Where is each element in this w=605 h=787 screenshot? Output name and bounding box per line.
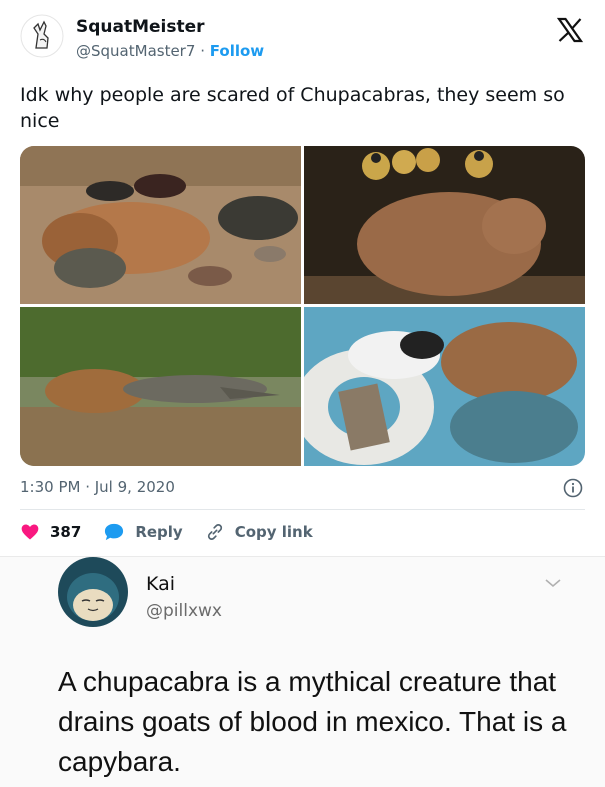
tweet-actions: 387 Reply Copy link bbox=[20, 520, 335, 544]
tweet-media-grid bbox=[20, 146, 585, 466]
reply-text: A chupacabra is a mythical creature that… bbox=[58, 666, 567, 777]
reply-label: Reply bbox=[135, 523, 183, 541]
reply-card: Kai @pillxwx A chupacabra is a mythical … bbox=[0, 556, 605, 787]
divider bbox=[20, 509, 585, 510]
like-count: 387 bbox=[50, 523, 82, 541]
handle-separator: · bbox=[200, 42, 205, 60]
follow-button[interactable]: Follow bbox=[210, 42, 264, 60]
info-icon[interactable] bbox=[563, 478, 583, 498]
reply-author-avatar[interactable] bbox=[58, 557, 128, 627]
tweet-timestamp[interactable]: 1:30 PM · Jul 9, 2020 bbox=[20, 478, 175, 496]
tweet-text: Idk why people are scared of Chupacabras… bbox=[20, 84, 565, 132]
reply-author-handle[interactable]: @pillxwx bbox=[146, 601, 222, 621]
reply-author-name[interactable]: Kai bbox=[146, 573, 175, 595]
link-icon bbox=[207, 524, 222, 540]
author-avatar[interactable] bbox=[20, 14, 64, 58]
author-handle-line: @SquatMaster7 · Follow bbox=[76, 42, 264, 60]
heart-icon bbox=[21, 524, 39, 540]
author-name[interactable]: SquatMeister bbox=[76, 17, 205, 37]
x-logo-icon[interactable] bbox=[556, 16, 584, 44]
reply-bubble-icon bbox=[105, 523, 124, 541]
copy-link-label: Copy link bbox=[234, 523, 313, 541]
author-handle[interactable]: @SquatMaster7 bbox=[76, 42, 195, 60]
capybara-with-caiman-photo[interactable] bbox=[20, 307, 301, 466]
tweet-card: SquatMeister @SquatMaster7 · Follow Idk … bbox=[0, 0, 605, 556]
reply-button[interactable]: Reply bbox=[103, 522, 183, 542]
capybara-with-rat-in-pool-photo[interactable] bbox=[304, 307, 585, 466]
chevron-down-icon[interactable] bbox=[543, 575, 563, 589]
capybara-with-ducks-and-turtles-photo[interactable] bbox=[20, 146, 301, 304]
copy-link-button[interactable]: Copy link bbox=[205, 522, 313, 542]
like-button[interactable]: 387 bbox=[20, 522, 81, 542]
capybara-with-monkeys-photo[interactable] bbox=[304, 146, 585, 304]
